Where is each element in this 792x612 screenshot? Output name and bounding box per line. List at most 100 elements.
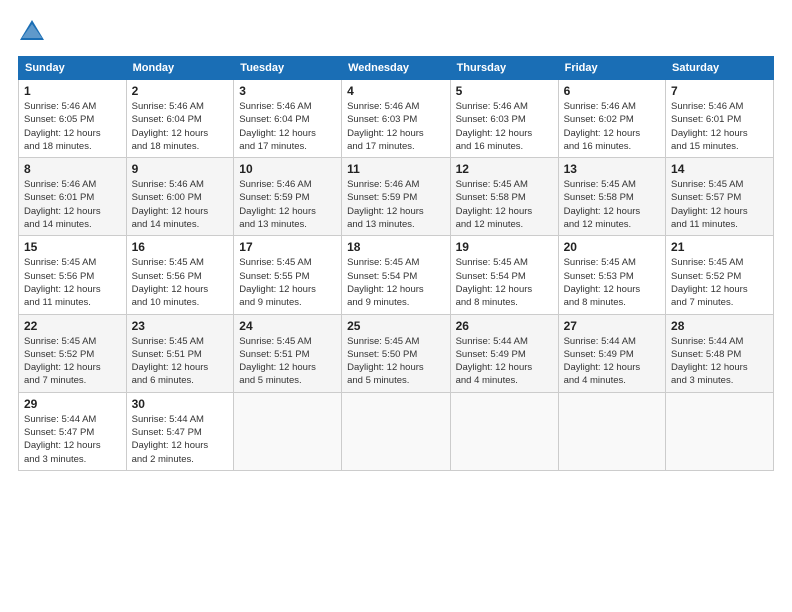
calendar-day-23: 23 Sunrise: 5:45 AM Sunset: 5:51 PM Dayli… (126, 314, 234, 392)
empty-cell (342, 392, 451, 470)
calendar-day-16: 16 Sunrise: 5:45 AM Sunset: 5:56 PM Dayli… (126, 236, 234, 314)
calendar-table: SundayMondayTuesdayWednesdayThursdayFrid… (18, 56, 774, 471)
calendar-day-28: 28 Sunrise: 5:44 AM Sunset: 5:48 PM Dayli… (666, 314, 774, 392)
day-number: 9 (132, 162, 229, 176)
day-info: Sunrise: 5:45 AM Sunset: 5:56 PM Dayligh… (132, 256, 229, 309)
day-info: Sunrise: 5:46 AM Sunset: 6:02 PM Dayligh… (564, 100, 660, 153)
day-info: Sunrise: 5:45 AM Sunset: 5:51 PM Dayligh… (239, 335, 336, 388)
day-number: 20 (564, 240, 660, 254)
day-info: Sunrise: 5:46 AM Sunset: 6:00 PM Dayligh… (132, 178, 229, 231)
day-number: 10 (239, 162, 336, 176)
calendar-day-17: 17 Sunrise: 5:45 AM Sunset: 5:55 PM Dayli… (234, 236, 342, 314)
weekday-header-friday: Friday (558, 57, 665, 80)
day-info: Sunrise: 5:45 AM Sunset: 5:58 PM Dayligh… (564, 178, 660, 231)
logo-icon (18, 18, 46, 46)
day-number: 23 (132, 319, 229, 333)
day-info: Sunrise: 5:45 AM Sunset: 5:58 PM Dayligh… (456, 178, 553, 231)
calendar-body: 1 Sunrise: 5:46 AM Sunset: 6:05 PM Daylig… (19, 80, 774, 471)
calendar-day-20: 20 Sunrise: 5:45 AM Sunset: 5:53 PM Dayli… (558, 236, 665, 314)
day-info: Sunrise: 5:46 AM Sunset: 6:01 PM Dayligh… (671, 100, 768, 153)
day-info: Sunrise: 5:46 AM Sunset: 6:04 PM Dayligh… (132, 100, 229, 153)
day-info: Sunrise: 5:45 AM Sunset: 5:54 PM Dayligh… (456, 256, 553, 309)
day-number: 6 (564, 84, 660, 98)
weekday-header-tuesday: Tuesday (234, 57, 342, 80)
calendar-day-25: 25 Sunrise: 5:45 AM Sunset: 5:50 PM Dayli… (342, 314, 451, 392)
day-number: 30 (132, 397, 229, 411)
day-number: 27 (564, 319, 660, 333)
day-info: Sunrise: 5:46 AM Sunset: 5:59 PM Dayligh… (347, 178, 445, 231)
day-info: Sunrise: 5:45 AM Sunset: 5:55 PM Dayligh… (239, 256, 336, 309)
calendar-day-27: 27 Sunrise: 5:44 AM Sunset: 5:49 PM Dayli… (558, 314, 665, 392)
calendar-day-14: 14Sunrise: 5:45 AM Sunset: 5:57 PM Dayli… (666, 158, 774, 236)
day-info: Sunrise: 5:46 AM Sunset: 6:05 PM Dayligh… (24, 100, 121, 153)
day-number: 16 (132, 240, 229, 254)
calendar-day-10: 10Sunrise: 5:46 AM Sunset: 5:59 PM Dayli… (234, 158, 342, 236)
weekday-header-row: SundayMondayTuesdayWednesdayThursdayFrid… (19, 57, 774, 80)
page: SundayMondayTuesdayWednesdayThursdayFrid… (0, 0, 792, 481)
day-number: 24 (239, 319, 336, 333)
calendar-week-3: 15 Sunrise: 5:45 AM Sunset: 5:56 PM Dayli… (19, 236, 774, 314)
day-info: Sunrise: 5:45 AM Sunset: 5:56 PM Dayligh… (24, 256, 121, 309)
calendar-week-5: 29 Sunrise: 5:44 AM Sunset: 5:47 PM Dayli… (19, 392, 774, 470)
day-info: Sunrise: 5:44 AM Sunset: 5:49 PM Dayligh… (456, 335, 553, 388)
calendar-day-13: 13 Sunrise: 5:45 AM Sunset: 5:58 PM Dayli… (558, 158, 665, 236)
day-number: 13 (564, 162, 660, 176)
calendar-week-2: 8Sunrise: 5:46 AM Sunset: 6:01 PM Daylig… (19, 158, 774, 236)
empty-cell (234, 392, 342, 470)
day-info: Sunrise: 5:44 AM Sunset: 5:49 PM Dayligh… (564, 335, 660, 388)
day-number: 15 (24, 240, 121, 254)
day-info: Sunrise: 5:46 AM Sunset: 6:03 PM Dayligh… (456, 100, 553, 153)
day-info: Sunrise: 5:45 AM Sunset: 5:53 PM Dayligh… (564, 256, 660, 309)
calendar-day-15: 15 Sunrise: 5:45 AM Sunset: 5:56 PM Dayli… (19, 236, 127, 314)
calendar-day-18: 18 Sunrise: 5:45 AM Sunset: 5:54 PM Dayli… (342, 236, 451, 314)
logo (18, 18, 50, 46)
day-number: 29 (24, 397, 121, 411)
day-info: Sunrise: 5:45 AM Sunset: 5:50 PM Dayligh… (347, 335, 445, 388)
weekday-header-thursday: Thursday (450, 57, 558, 80)
day-info: Sunrise: 5:44 AM Sunset: 5:47 PM Dayligh… (132, 413, 229, 466)
calendar-header: SundayMondayTuesdayWednesdayThursdayFrid… (19, 57, 774, 80)
calendar-day-24: 24 Sunrise: 5:45 AM Sunset: 5:51 PM Dayli… (234, 314, 342, 392)
weekday-header-wednesday: Wednesday (342, 57, 451, 80)
day-number: 7 (671, 84, 768, 98)
day-number: 3 (239, 84, 336, 98)
day-number: 1 (24, 84, 121, 98)
calendar-day-3: 3 Sunrise: 5:46 AM Sunset: 6:04 PM Daylig… (234, 80, 342, 158)
day-number: 25 (347, 319, 445, 333)
calendar-day-5: 5Sunrise: 5:46 AM Sunset: 6:03 PM Daylig… (450, 80, 558, 158)
day-number: 8 (24, 162, 121, 176)
day-number: 4 (347, 84, 445, 98)
day-number: 18 (347, 240, 445, 254)
empty-cell (558, 392, 665, 470)
calendar-day-2: 2 Sunrise: 5:46 AM Sunset: 6:04 PM Daylig… (126, 80, 234, 158)
day-info: Sunrise: 5:45 AM Sunset: 5:52 PM Dayligh… (24, 335, 121, 388)
calendar-day-6: 6 Sunrise: 5:46 AM Sunset: 6:02 PM Daylig… (558, 80, 665, 158)
calendar-week-1: 1 Sunrise: 5:46 AM Sunset: 6:05 PM Daylig… (19, 80, 774, 158)
day-info: Sunrise: 5:44 AM Sunset: 5:47 PM Dayligh… (24, 413, 121, 466)
day-number: 22 (24, 319, 121, 333)
weekday-header-sunday: Sunday (19, 57, 127, 80)
day-number: 28 (671, 319, 768, 333)
calendar-day-12: 12 Sunrise: 5:45 AM Sunset: 5:58 PM Dayli… (450, 158, 558, 236)
day-info: Sunrise: 5:46 AM Sunset: 6:03 PM Dayligh… (347, 100, 445, 153)
day-number: 17 (239, 240, 336, 254)
day-number: 21 (671, 240, 768, 254)
day-number: 19 (456, 240, 553, 254)
day-number: 12 (456, 162, 553, 176)
calendar-day-21: 21 Sunrise: 5:45 AM Sunset: 5:52 PM Dayli… (666, 236, 774, 314)
empty-cell (666, 392, 774, 470)
calendar-day-4: 4 Sunrise: 5:46 AM Sunset: 6:03 PM Daylig… (342, 80, 451, 158)
header (18, 18, 774, 46)
day-info: Sunrise: 5:46 AM Sunset: 6:04 PM Dayligh… (239, 100, 336, 153)
day-number: 11 (347, 162, 445, 176)
day-number: 2 (132, 84, 229, 98)
day-number: 26 (456, 319, 553, 333)
day-number: 14 (671, 162, 768, 176)
day-info: Sunrise: 5:45 AM Sunset: 5:51 PM Dayligh… (132, 335, 229, 388)
calendar-day-7: 7 Sunrise: 5:46 AM Sunset: 6:01 PM Daylig… (666, 80, 774, 158)
day-info: Sunrise: 5:45 AM Sunset: 5:54 PM Dayligh… (347, 256, 445, 309)
day-info: Sunrise: 5:45 AM Sunset: 5:52 PM Dayligh… (671, 256, 768, 309)
day-info: Sunrise: 5:44 AM Sunset: 5:48 PM Dayligh… (671, 335, 768, 388)
calendar-day-29: 29 Sunrise: 5:44 AM Sunset: 5:47 PM Dayli… (19, 392, 127, 470)
calendar-day-9: 9 Sunrise: 5:46 AM Sunset: 6:00 PM Daylig… (126, 158, 234, 236)
